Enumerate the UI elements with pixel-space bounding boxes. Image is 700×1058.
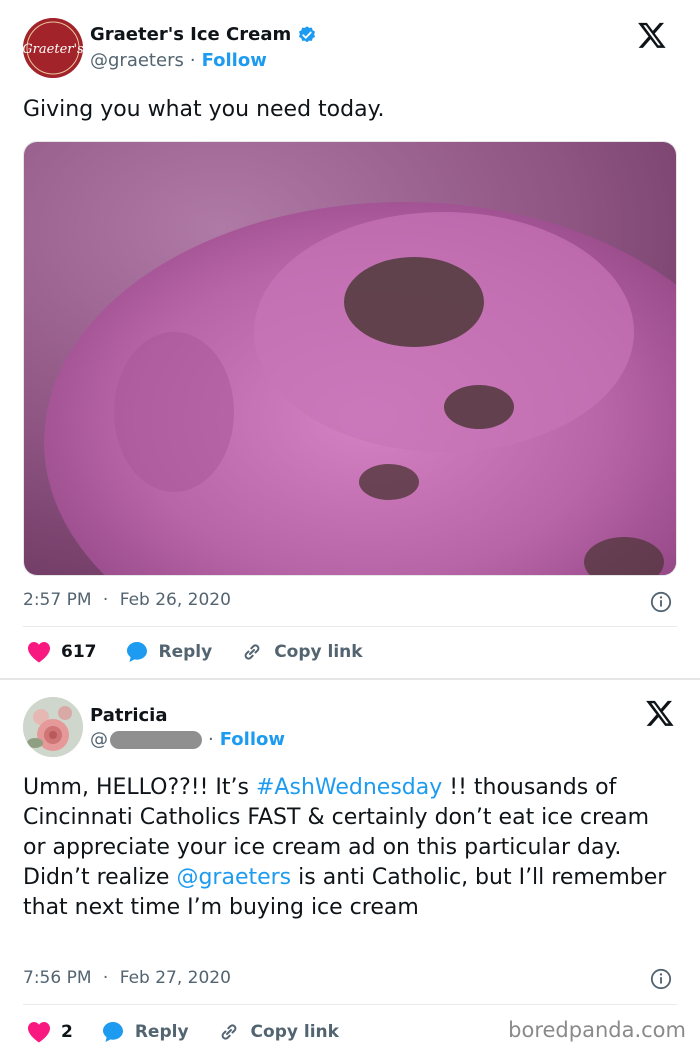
reply-tweet-text: Umm, HELLO??!! It’s #AshWednesday !! tho… (23, 773, 673, 923)
like-count: 617 (61, 642, 97, 662)
tweet-time[interactable]: 2:57 PM (23, 590, 92, 610)
x-logo-icon[interactable] (637, 20, 667, 50)
link-icon (221, 1024, 236, 1040)
x-logo-icon[interactable] (645, 698, 675, 728)
follow-button[interactable]: Follow (202, 50, 267, 71)
divider (23, 626, 677, 627)
copy-link-label: Copy link (250, 1022, 339, 1042)
verified-badge-icon (299, 25, 316, 42)
graeters-logo-text: Graeter's (23, 42, 83, 57)
heart-icon (28, 1022, 50, 1043)
separator-dot: · (208, 729, 214, 750)
separator-dot: · (102, 968, 109, 988)
reply-bubble-icon (126, 642, 147, 662)
info-icon[interactable] (650, 968, 672, 990)
ashwednesday-hashtag[interactable]: #AshWednesday (256, 775, 442, 800)
rose-avatar-image (23, 697, 83, 757)
reply-follow-button[interactable]: Follow (220, 729, 285, 750)
divider (23, 1004, 677, 1005)
copy-link-label: Copy link (274, 642, 363, 662)
separator-dot: · (102, 590, 109, 610)
reply-tweet-date[interactable]: Feb 27, 2020 (120, 968, 231, 988)
tweet-date[interactable]: Feb 26, 2020 (120, 590, 231, 610)
reply-bubble-icon (102, 1022, 123, 1042)
info-icon[interactable] (650, 591, 672, 613)
reply-like-count: 2 (61, 1022, 73, 1042)
graeters-logo-icon: Graeter's (23, 18, 83, 78)
copy-link-button[interactable]: Copy link (240, 640, 363, 664)
ice-cream-image (24, 142, 676, 575)
author-name[interactable]: Graeter's Ice Cream (90, 24, 291, 45)
redacted-handle (110, 730, 202, 749)
tweet-separator (0, 678, 700, 680)
like-button[interactable]: 617 (27, 641, 97, 663)
reply-author-handle-prefix[interactable]: @ (90, 729, 108, 750)
heart-icon (28, 642, 50, 663)
boredpanda-watermark: boredpanda.com (508, 1018, 686, 1042)
reply-tweet-time[interactable]: 7:56 PM (23, 968, 92, 988)
reply-reply-button[interactable]: Reply (101, 1020, 189, 1044)
separator-dot: · (189, 50, 196, 71)
graeters-mention[interactable]: @graeters (176, 865, 291, 890)
ice-cream-photo[interactable] (23, 141, 677, 576)
reply-label: Reply (158, 642, 213, 662)
reply-text-part: Umm, HELLO??!! It’s (23, 775, 256, 800)
graeters-avatar[interactable]: Graeter's (23, 18, 83, 78)
reply-like-button[interactable]: 2 (27, 1021, 73, 1043)
reply-author-name[interactable]: Patricia (90, 705, 168, 726)
patricia-avatar[interactable] (23, 697, 83, 757)
reply-button[interactable]: Reply (125, 640, 213, 664)
author-handle[interactable]: @graeters (90, 50, 184, 71)
reply-label: Reply (134, 1022, 189, 1042)
tweet-text: Giving you what you need today. (23, 97, 385, 122)
tweet-graeters: Graeter's Graeter's Ice Cream @graeters … (0, 0, 700, 678)
link-icon (244, 644, 260, 660)
reply-copy-link-button[interactable]: Copy link (217, 1020, 339, 1044)
